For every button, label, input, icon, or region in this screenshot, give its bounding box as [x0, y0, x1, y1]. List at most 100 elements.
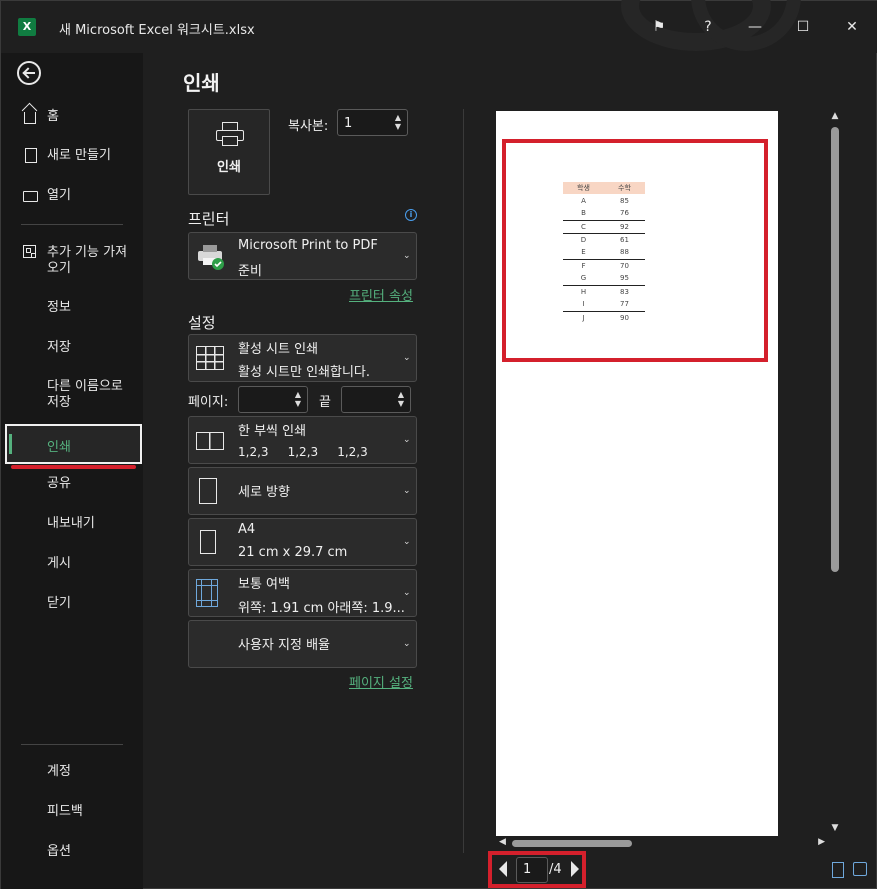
- next-page-icon[interactable]: [571, 861, 579, 877]
- show-margins-icon[interactable]: [832, 862, 844, 878]
- settings-section-title: 설정: [188, 314, 216, 332]
- table-row: H 83: [563, 285, 645, 298]
- chevron-down-icon: ⌄: [403, 251, 411, 261]
- table-cell: 92: [604, 220, 645, 234]
- collate-subtitle: 1,2,3 1,2,3 1,2,3: [238, 445, 368, 459]
- chevron-down-icon: ⌄: [403, 588, 411, 598]
- table-cell: J: [582, 313, 585, 322]
- page-setup-link[interactable]: 페이지 설정: [349, 672, 413, 691]
- sidebar-item-print[interactable]: 인쇄: [5, 424, 142, 464]
- table-cell: B: [563, 207, 604, 221]
- maximize-button[interactable]: ☐: [791, 15, 815, 39]
- table-cell: 76: [604, 207, 645, 221]
- table-cell: I: [563, 298, 604, 312]
- chevron-down-icon[interactable]: ▼: [393, 123, 403, 131]
- sidebar-item-label: 닫기: [47, 596, 71, 611]
- table-cell: 95: [604, 272, 645, 286]
- sidebar-item-label: 공유: [47, 476, 71, 491]
- minimize-button[interactable]: —: [743, 15, 767, 39]
- home-icon: [24, 112, 36, 124]
- chevron-down-icon[interactable]: ▼: [396, 400, 406, 408]
- sidebar-item-label: 정보: [47, 300, 71, 315]
- orientation-title: 세로 방향: [238, 485, 290, 500]
- sidebar-item-label: 계정: [47, 764, 71, 779]
- printer-status-icon: [196, 243, 226, 271]
- print-scope-dropdown[interactable]: 활성 시트 인쇄 활성 시트만 인쇄합니다. ⌄: [188, 334, 417, 382]
- chevron-up-icon[interactable]: ▲: [396, 391, 406, 399]
- sidebar-divider: [21, 744, 123, 745]
- pages-from-stepper[interactable]: ▲ ▼: [238, 386, 308, 413]
- chevron-up-icon[interactable]: ▲: [293, 391, 303, 399]
- sheet-grid-icon: [196, 346, 224, 370]
- table-cell: 61: [620, 235, 629, 244]
- close-button[interactable]: ✕: [840, 15, 864, 39]
- sidebar-item-label-line2: 오기: [47, 261, 71, 276]
- sidebar-item-label: 홈: [47, 109, 59, 124]
- paper-size-icon: [200, 530, 216, 554]
- title-bar: X 새 Microsoft Excel 워크시트.xlsx ⚑ ? — ☐ ✕: [1, 0, 877, 53]
- vertical-scroll-thumb[interactable]: [831, 127, 839, 572]
- preview-vertical-scrollbar[interactable]: ▲ ▼: [828, 111, 842, 833]
- sidebar-item-label: 피드백: [47, 804, 83, 819]
- scroll-up-arrow-icon[interactable]: ▲: [830, 111, 840, 121]
- printer-properties-link[interactable]: 프린터 속성: [349, 285, 413, 304]
- sidebar-item-label: 게시: [47, 556, 71, 571]
- printer-dropdown[interactable]: Microsoft Print to PDF 준비 ⌄: [188, 232, 417, 280]
- table-cell: A: [581, 196, 586, 205]
- open-folder-icon: [23, 191, 38, 202]
- chevron-down-icon: ⌄: [403, 639, 411, 649]
- sidebar-item-label: 추가 기능 가져: [47, 245, 128, 260]
- sidebar-item-label: 저장: [47, 340, 71, 355]
- panel-divider: [463, 109, 464, 853]
- addins-icon: [23, 245, 36, 258]
- table-cell: E: [563, 246, 604, 260]
- sidebar-item-label: 새로 만들기: [47, 148, 111, 163]
- feedback-icon[interactable]: ⚑: [647, 15, 671, 39]
- zoom-to-page-icon[interactable]: [853, 862, 867, 876]
- paper-size-title: A4: [238, 522, 256, 537]
- pages-to-label: 끝: [319, 395, 331, 410]
- printer-name: Microsoft Print to PDF: [238, 238, 378, 253]
- copies-value[interactable]: 1: [344, 116, 352, 131]
- paper-size-dropdown[interactable]: A4 21 cm x 29.7 cm ⌄: [188, 518, 417, 566]
- chevron-down-icon[interactable]: ▼: [293, 400, 303, 408]
- orientation-dropdown[interactable]: 세로 방향 ⌄: [188, 467, 417, 515]
- sidebar-item-label-line2: 저장: [47, 395, 71, 410]
- margins-dropdown[interactable]: 보통 여백 위쪽: 1.91 cm 아래쪽: 1.9... ⌄: [188, 569, 417, 617]
- paper-size-subtitle: 21 cm x 29.7 cm: [238, 545, 348, 560]
- chevron-up-icon[interactable]: ▲: [393, 114, 403, 122]
- sidebar-item-label: 인쇄: [47, 440, 71, 455]
- scroll-down-arrow-icon[interactable]: ▼: [830, 823, 840, 833]
- chevron-down-icon: ⌄: [403, 353, 411, 363]
- scaling-dropdown[interactable]: 사용자 지정 배율 ⌄: [188, 620, 417, 668]
- collate-dropdown[interactable]: 한 부씩 인쇄 1,2,3 1,2,3 1,2,3 ⌄: [188, 416, 417, 464]
- table-cell: 90: [620, 313, 629, 322]
- pages-to-stepper[interactable]: ▲ ▼: [341, 386, 411, 413]
- table-row: I 77: [563, 298, 645, 312]
- total-pages-label: /4: [549, 862, 562, 877]
- margins-title: 보통 여백: [238, 577, 290, 592]
- scroll-left-arrow-icon[interactable]: ◀: [499, 837, 506, 847]
- margins-subtitle: 위쪽: 1.91 cm 아래쪽: 1.9...: [238, 601, 405, 616]
- horizontal-scroll-thumb[interactable]: [512, 840, 632, 847]
- chevron-down-icon: ⌄: [403, 537, 411, 547]
- previous-page-icon[interactable]: [499, 861, 507, 877]
- collate-icon: [196, 432, 224, 450]
- print-scope-title: 활성 시트 인쇄: [238, 342, 319, 357]
- help-button[interactable]: ?: [696, 15, 720, 39]
- back-arrow-icon[interactable]: [17, 61, 41, 85]
- printer-icon: [216, 122, 244, 148]
- excel-app-icon: X: [18, 18, 36, 36]
- copies-stepper[interactable]: 1 ▲ ▼: [337, 109, 408, 136]
- active-indicator: [9, 434, 12, 454]
- preview-horizontal-scrollbar[interactable]: ◀ ▶: [496, 836, 828, 850]
- current-page-input[interactable]: 1: [516, 857, 548, 883]
- table-cell: D: [580, 235, 587, 244]
- scroll-right-arrow-icon[interactable]: ▶: [818, 837, 825, 847]
- table-cell: F: [581, 261, 586, 270]
- table-cell: 83: [620, 287, 629, 296]
- print-button[interactable]: 인쇄: [188, 109, 270, 195]
- table-header: 학생: [563, 182, 604, 194]
- info-icon[interactable]: i: [405, 209, 417, 221]
- margins-icon: [196, 579, 218, 607]
